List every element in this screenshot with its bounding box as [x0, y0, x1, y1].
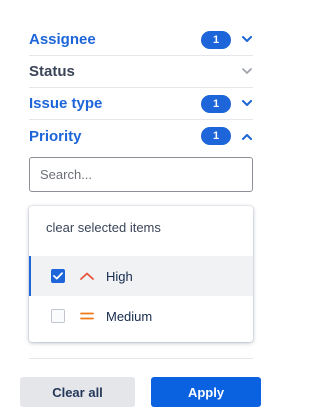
option-medium-label: Medium: [106, 308, 153, 324]
selection-indicator-bar: [29, 256, 31, 296]
option-medium[interactable]: Medium: [29, 296, 253, 336]
checkmark-icon: [53, 272, 63, 280]
filter-status[interactable]: Status: [29, 56, 253, 88]
filter-panel: Assignee 1 Status Issue type 1 Priority: [0, 0, 280, 420]
filter-issue-type-label: Issue type: [29, 95, 103, 112]
chevron-down-icon: [241, 66, 253, 78]
chevron-down-icon: [241, 34, 253, 46]
filter-assignee-count-badge: 1: [201, 30, 231, 49]
option-high-checkbox[interactable]: [51, 269, 65, 283]
filter-priority-label: Priority: [29, 127, 82, 145]
footer-divider: [29, 358, 253, 359]
option-high-label: High: [106, 268, 133, 284]
filter-priority[interactable]: Priority 1: [29, 120, 253, 152]
filter-assignee-label: Assignee: [29, 31, 96, 48]
option-medium-checkbox[interactable]: [51, 309, 65, 323]
priority-high-icon: [79, 269, 95, 283]
priority-search-field[interactable]: [29, 157, 253, 192]
filter-assignee[interactable]: Assignee 1: [29, 24, 253, 56]
clear-selected-items-link[interactable]: clear selected items: [46, 220, 161, 235]
filter-status-label: Status: [29, 63, 75, 80]
priority-medium-icon: [79, 309, 95, 323]
priority-options-dropdown: clear selected items High Medium: [29, 206, 253, 342]
clear-all-button[interactable]: Clear all: [20, 377, 135, 407]
apply-button[interactable]: Apply: [151, 377, 261, 407]
filter-issue-type-count-badge: 1: [201, 94, 231, 113]
filter-issue-type[interactable]: Issue type 1: [29, 88, 253, 120]
filter-priority-count-badge: 1: [201, 127, 231, 145]
option-high[interactable]: High: [29, 256, 253, 296]
chevron-up-icon: [241, 130, 253, 142]
chevron-down-icon: [241, 98, 253, 110]
priority-search-input[interactable]: [38, 166, 244, 183]
